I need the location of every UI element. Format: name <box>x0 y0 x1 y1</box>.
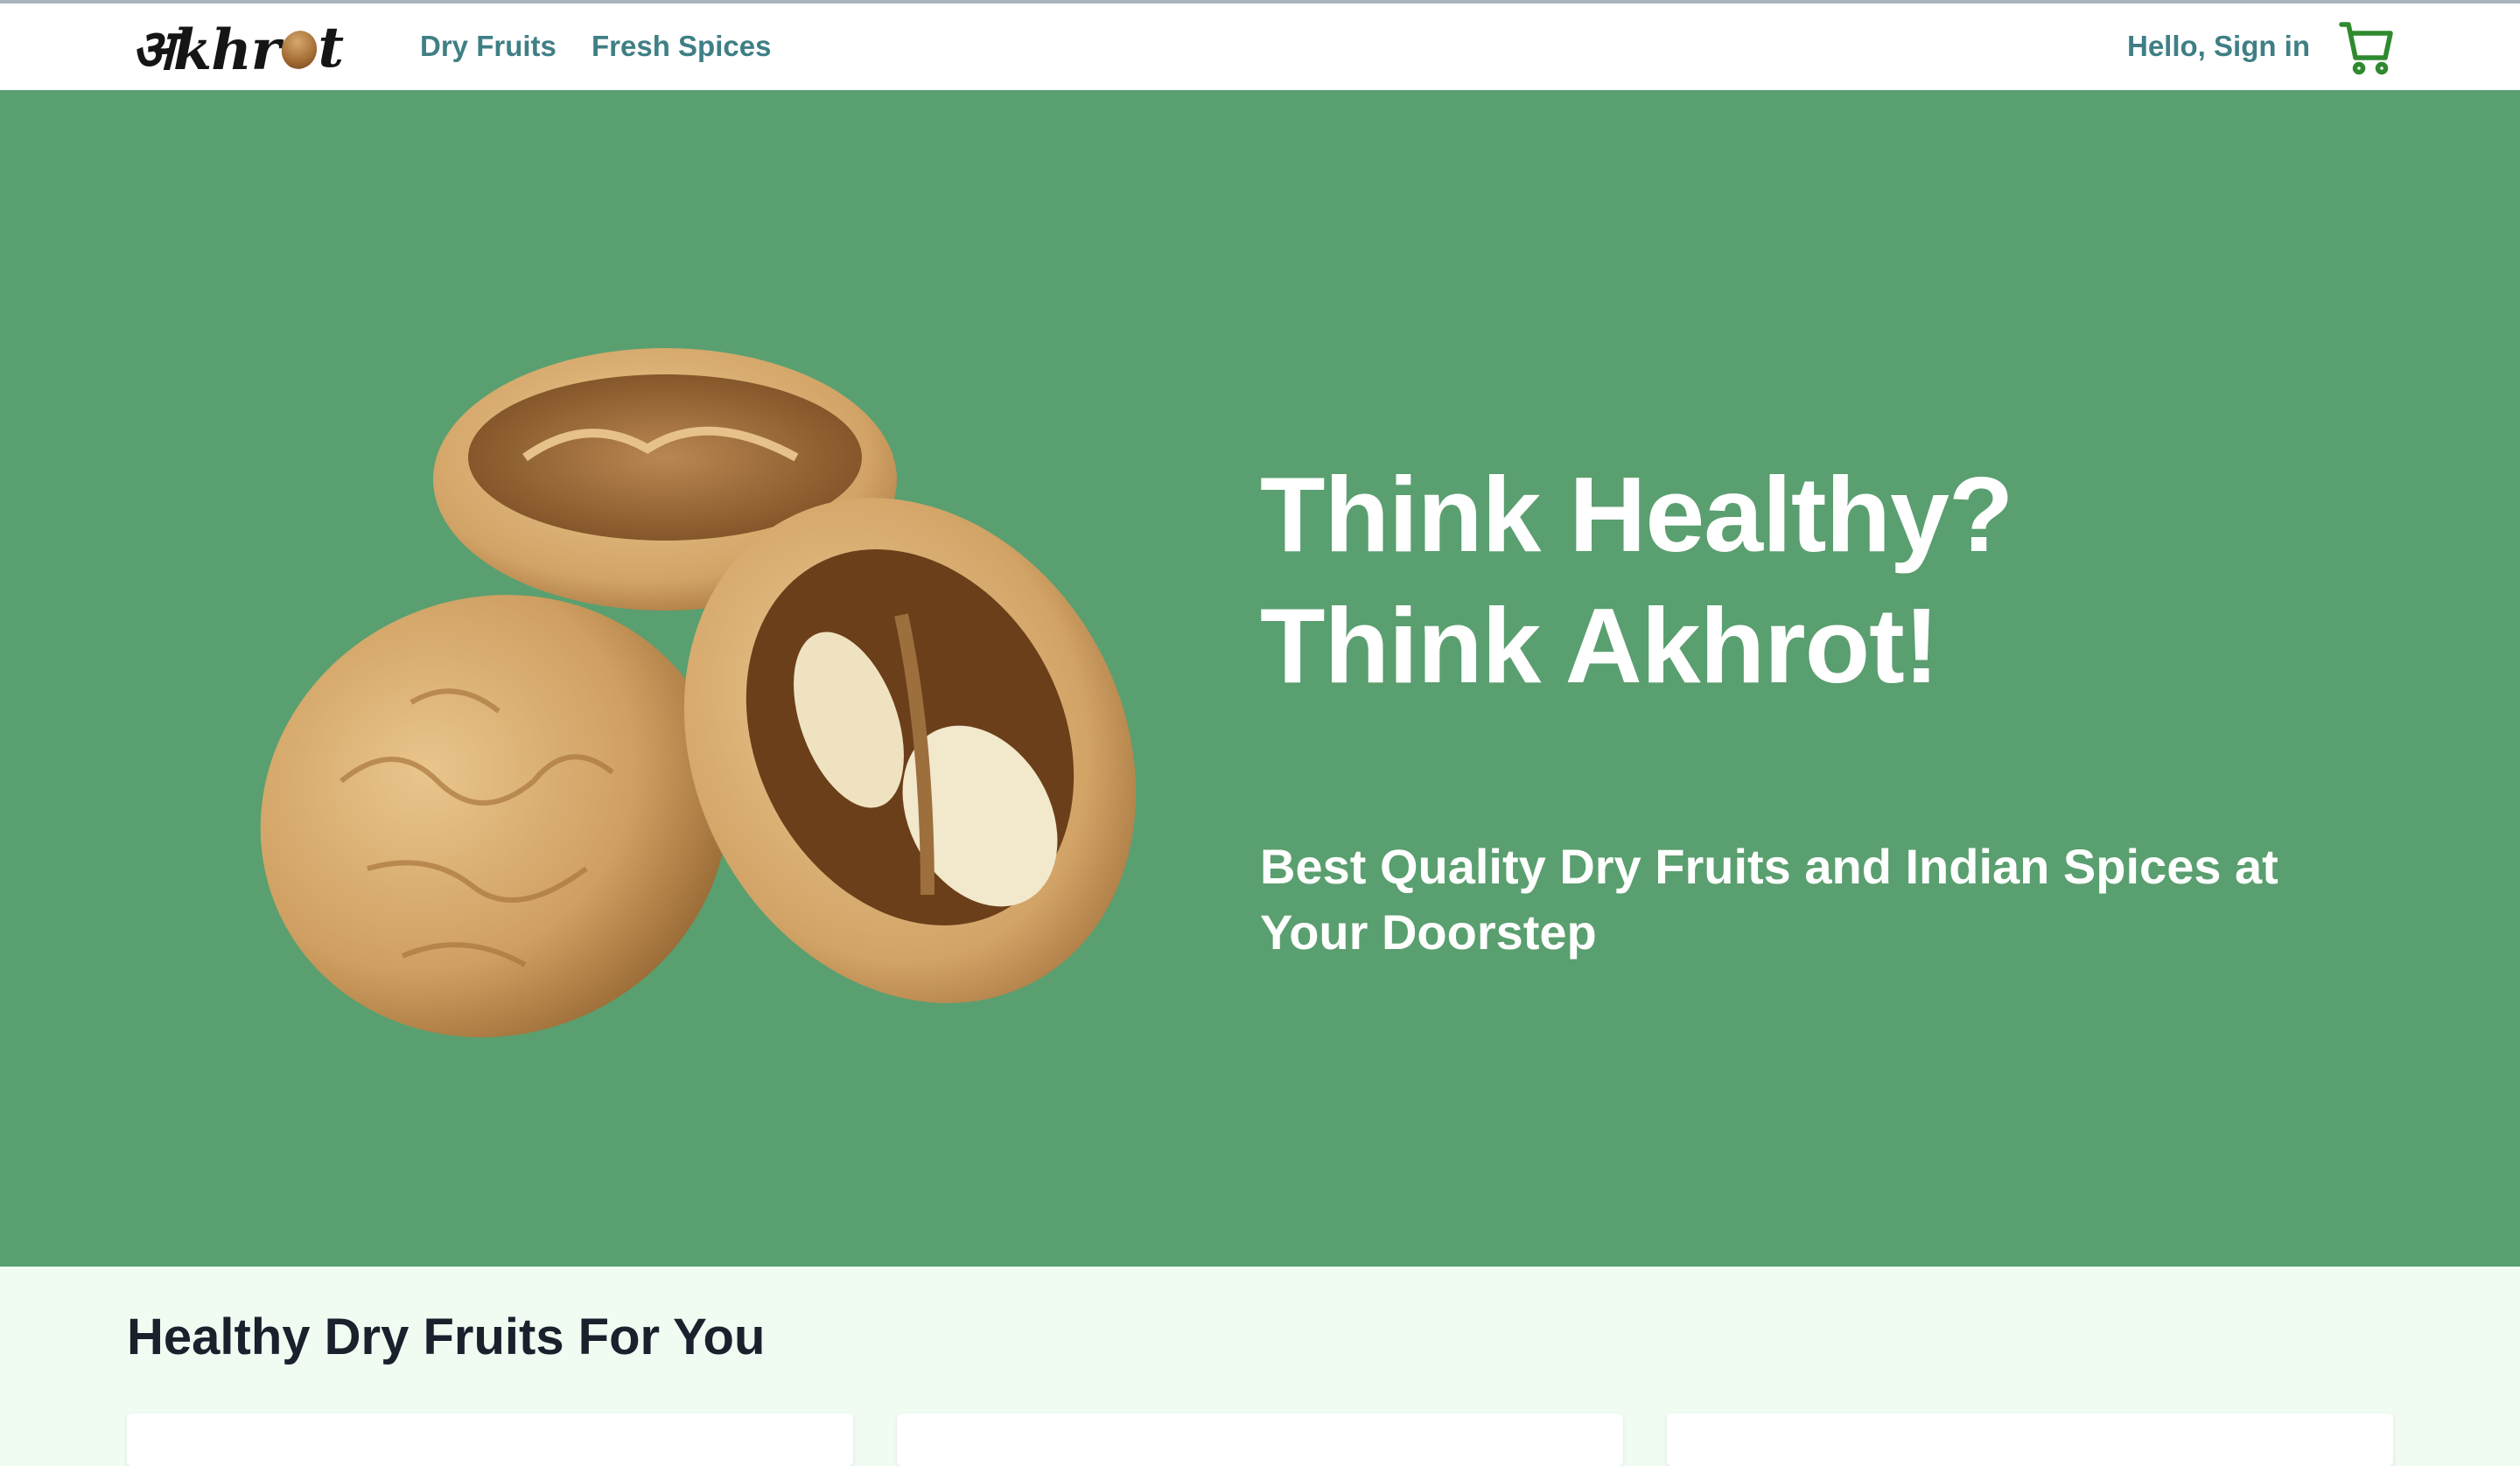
hero-title: Think Healthy? Think Akhrot! <box>1260 449 2398 711</box>
sign-in-link[interactable]: Hello, Sign in <box>2127 30 2310 63</box>
hero-title-line-1: Think Healthy? <box>1260 455 2013 574</box>
logo-text-start: अkhr <box>131 17 280 83</box>
shopping-cart-icon[interactable] <box>2338 19 2394 77</box>
hero-banner: Think Healthy? Think Akhrot! Best Qualit… <box>0 90 2520 1267</box>
walnut-logo-icon <box>276 25 322 74</box>
hero-subtitle: Best Quality Dry Fruits and Indian Spice… <box>1260 839 2278 960</box>
section-title: Healthy Dry Fruits For You <box>127 1309 766 1365</box>
product-card[interactable] <box>1667 1414 2393 1466</box>
logo-text-end: t <box>318 14 345 80</box>
brand-logo[interactable]: अkhr t <box>131 14 345 83</box>
nav-link-fresh-spices[interactable]: Fresh Spices <box>592 30 771 63</box>
walnuts-image <box>236 326 1146 1079</box>
hero-title-line-2: Think Akhrot! <box>1260 586 1939 705</box>
product-card[interactable] <box>127 1414 853 1466</box>
nav-link-dry-fruits[interactable]: Dry Fruits <box>420 30 556 63</box>
top-navbar: अkhr t Dry Fruits Fresh Spices Hello, Sig… <box>0 0 2520 90</box>
product-card[interactable] <box>897 1414 1623 1466</box>
